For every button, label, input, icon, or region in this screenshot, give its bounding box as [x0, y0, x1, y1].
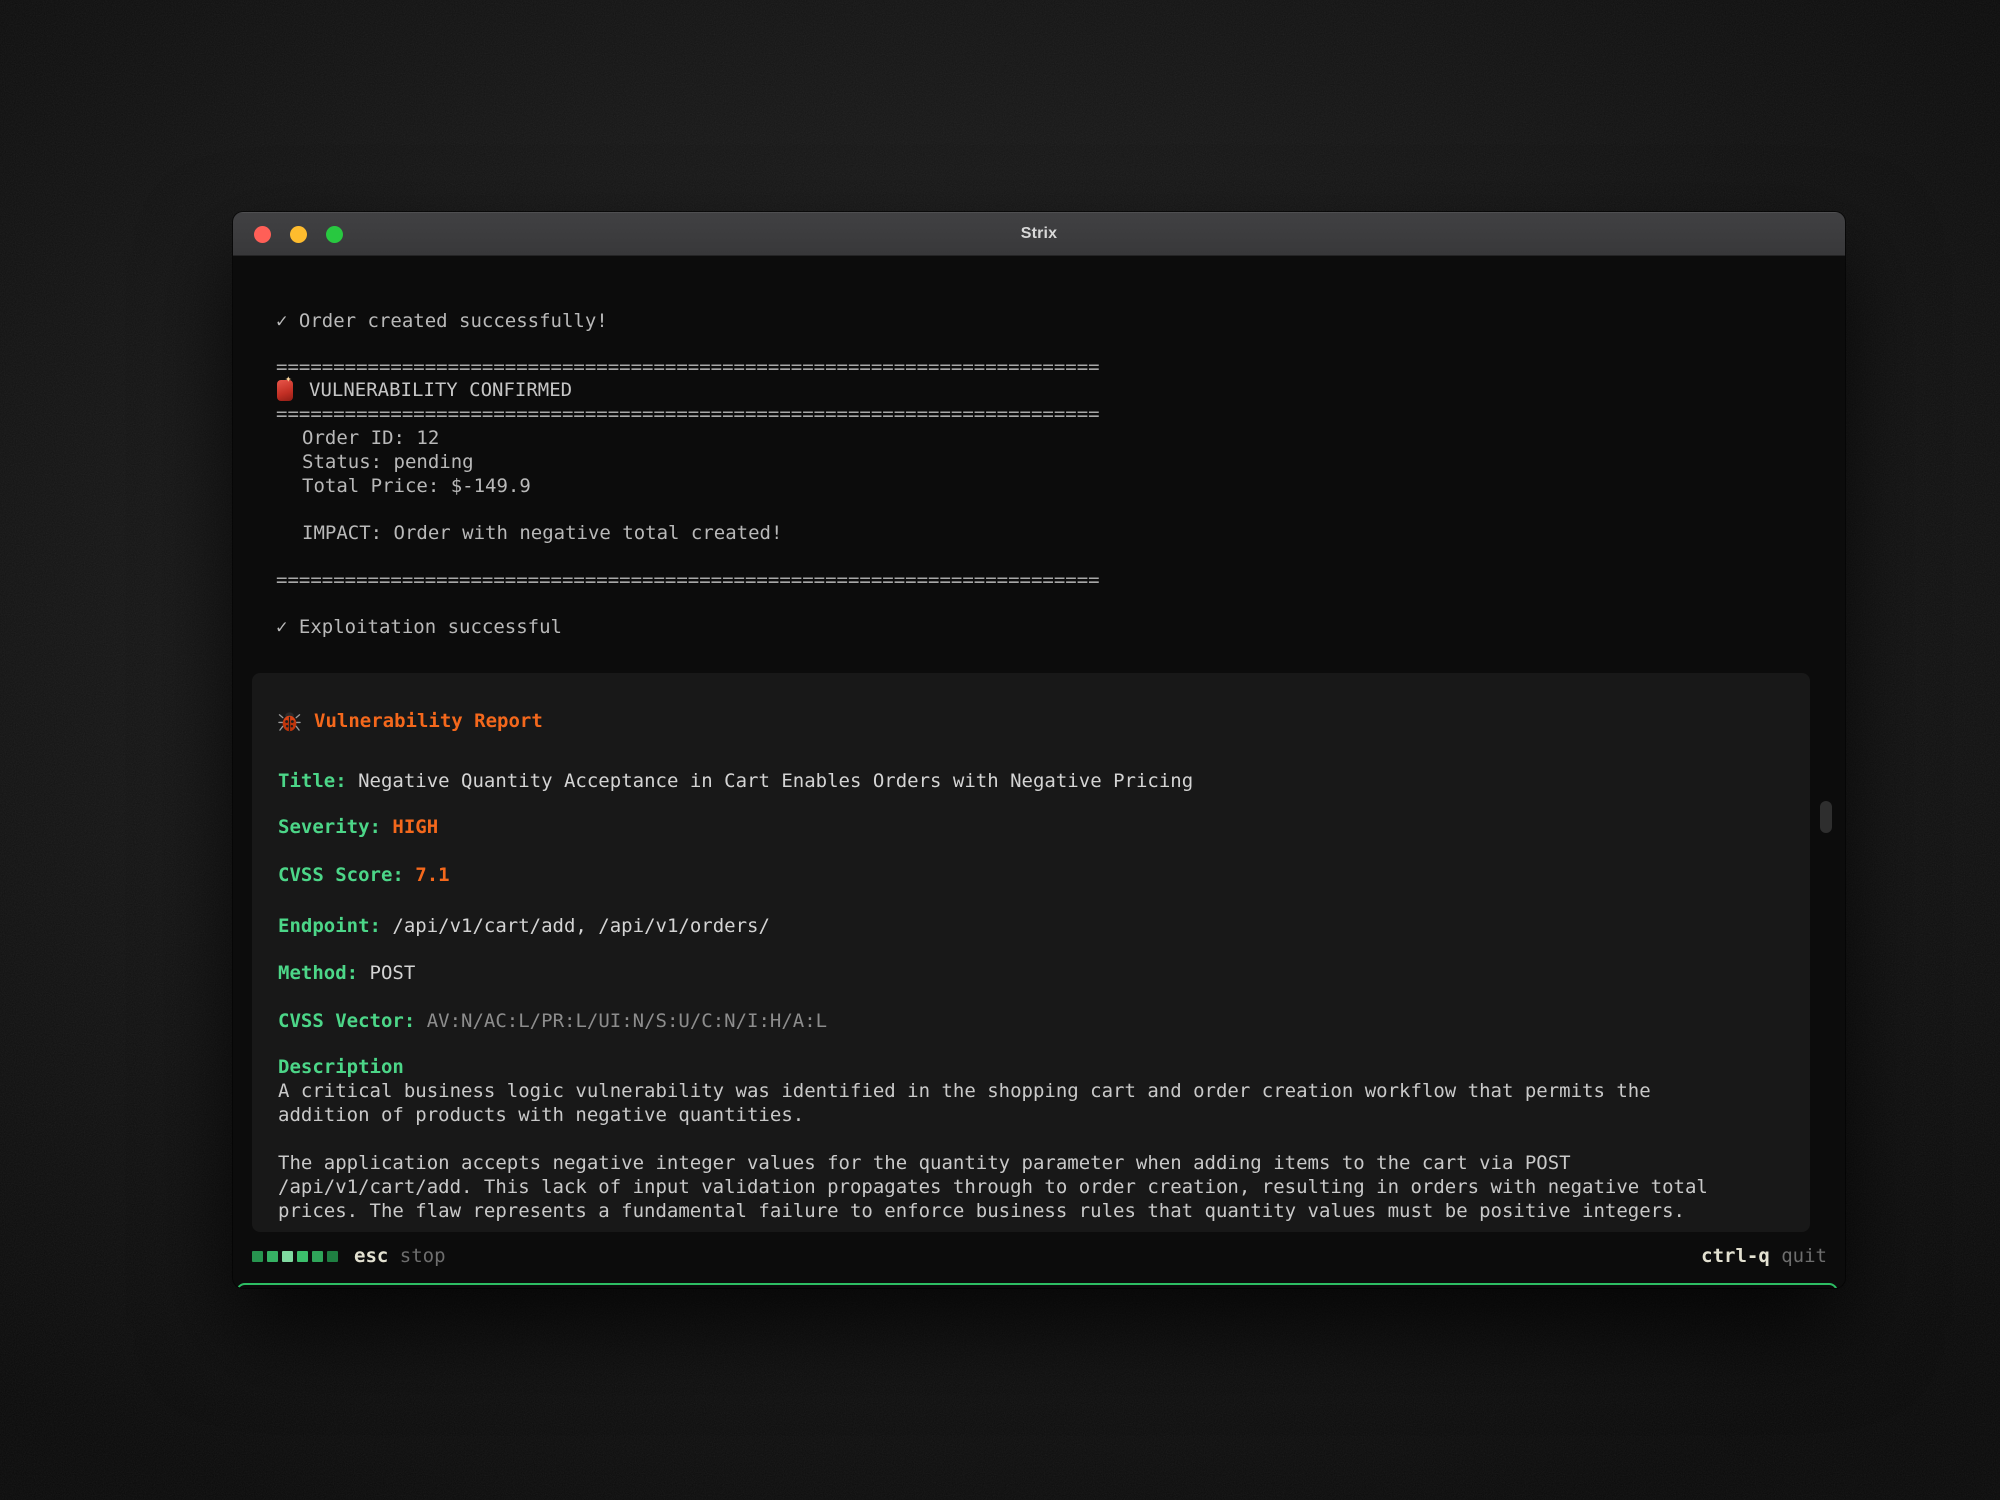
window-title: Strix: [233, 212, 1845, 256]
description-text-line: A critical business logic vulnerability …: [278, 1079, 1651, 1103]
description-text-line: addition of products with negative quant…: [278, 1103, 804, 1127]
status-bar: esc stop ctrl-q quit: [233, 1245, 1845, 1271]
report-field-title: Title: Negative Quantity Acceptance in C…: [278, 769, 1193, 793]
terminal-content: ✓ Order created successfully! ==========…: [233, 257, 1845, 1288]
titlebar: Strix: [233, 212, 1845, 256]
report-field-cvss-score: CVSS Score: 7.1: [278, 863, 450, 887]
order-status-line: Status: pending: [302, 450, 474, 474]
total-price-line: Total Price: $-149.9: [302, 474, 531, 498]
vulnerability-confirmed-banner: ✦ VULNERABILITY CONFIRMED: [276, 377, 572, 402]
report-field-cvss-vector: CVSS Vector: AV:N/AC:L/PR:L/UI:N/S:U/C:N…: [278, 1009, 827, 1033]
status-left: esc stop: [252, 1245, 446, 1267]
report-field-severity: Severity: HIGH: [278, 815, 438, 839]
separator-line: ========================================…: [276, 568, 1100, 592]
report-field-method: Method: POST: [278, 961, 415, 985]
terminal-window: Strix ✓ Order created successfully! ====…: [233, 212, 1845, 1288]
report-header: Vulnerability Report: [278, 709, 543, 733]
order-success-line: ✓ Order created successfully!: [276, 309, 608, 333]
report-field-endpoint: Endpoint: /api/v1/cart/add, /api/v1/orde…: [278, 914, 770, 938]
activity-spinner: [252, 1251, 338, 1262]
exploitation-success-line: ✓ Exploitation successful: [276, 615, 562, 639]
order-id-line: Order ID: 12: [302, 426, 439, 450]
scrollbar-thumb[interactable]: [1820, 801, 1832, 833]
firecracker-icon: ✦: [276, 377, 295, 402]
banner-text: VULNERABILITY CONFIRMED: [309, 378, 572, 402]
bug-icon: [278, 710, 301, 733]
description-text-line: prices. The flaw represents a fundamenta…: [278, 1199, 1685, 1223]
command-input[interactable]: >: [236, 1283, 1838, 1288]
separator-line: ========================================…: [276, 402, 1100, 426]
description-text-line: /api/v1/cart/add. This lack of input val…: [278, 1175, 1708, 1199]
report-title: Vulnerability Report: [314, 709, 543, 733]
separator-line: ========================================…: [276, 355, 1100, 379]
description-text-line: The application accepts negative integer…: [278, 1151, 1571, 1175]
impact-line: IMPACT: Order with negative total create…: [302, 521, 782, 545]
description-heading: Description: [278, 1055, 404, 1079]
esc-stop-hint: esc stop: [354, 1245, 446, 1267]
vulnerability-report-panel: Vulnerability Report Title: Negative Qua…: [252, 673, 1810, 1232]
quit-hint: ctrl-q quit: [1701, 1245, 1827, 1267]
